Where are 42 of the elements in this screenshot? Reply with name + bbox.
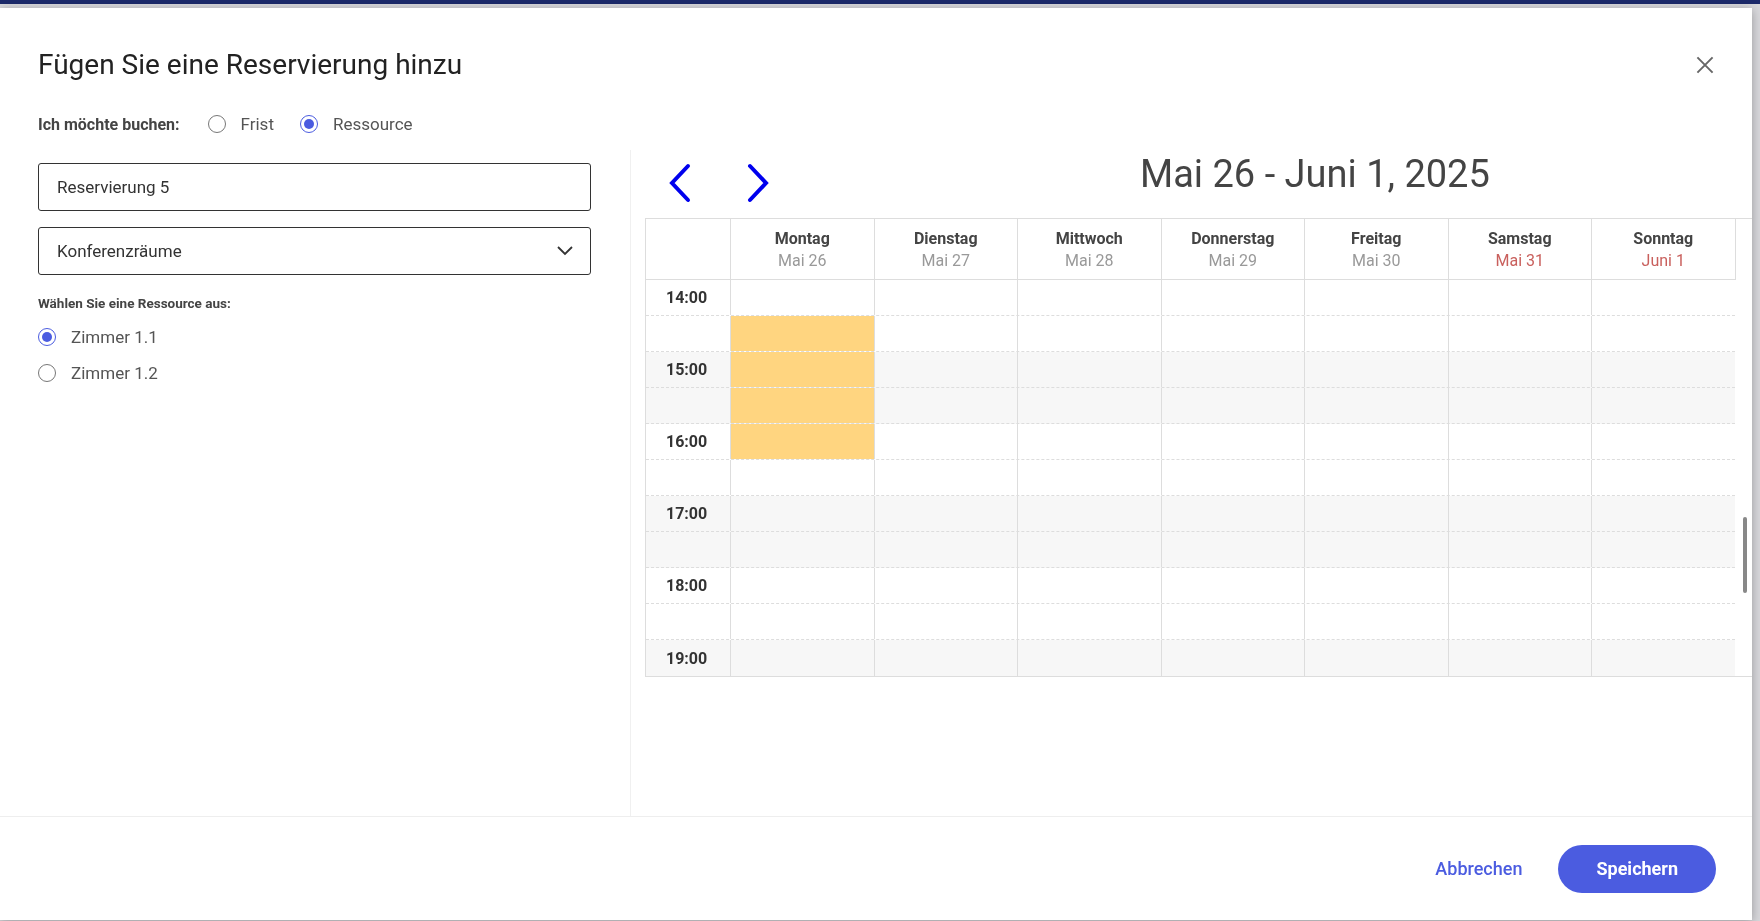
day-date: Mai 28 — [1065, 250, 1114, 270]
booking-type-label: Ich möchte buchen: — [38, 114, 180, 134]
booked-slot[interactable] — [730, 316, 874, 351]
day-date: Mai 30 — [1352, 250, 1401, 270]
booked-slot[interactable] — [730, 424, 874, 459]
booking-type-radio[interactable]: Frist — [207, 114, 274, 134]
day-name: Montag — [774, 228, 830, 248]
time-label: 16:00 — [666, 432, 708, 451]
resource-radio[interactable]: Zimmer 1.2 — [38, 363, 630, 383]
chevron-right-icon — [746, 163, 770, 203]
time-label: 17:00 — [666, 504, 708, 523]
save-button[interactable]: Speichern — [1558, 844, 1716, 893]
time-label: 18:00 — [666, 576, 708, 595]
category-select[interactable]: Konferenzräume — [38, 227, 591, 275]
time-label: 15:00 — [666, 360, 708, 379]
day-date: Mai 27 — [921, 250, 970, 270]
next-button[interactable] — [746, 163, 770, 203]
date-range-title: Mai 26 - Juni 1, 2025 — [1140, 152, 1490, 196]
day-date: Mai 31 — [1495, 250, 1544, 270]
day-name: Donnerstag — [1191, 228, 1275, 248]
day-date: Mai 26 — [778, 250, 827, 270]
previous-button[interactable] — [668, 163, 692, 203]
resource-radio[interactable]: Zimmer 1.1 — [38, 327, 630, 347]
day-name: Samstag — [1487, 228, 1552, 248]
cancel-button[interactable]: Abbrechen — [1423, 844, 1535, 893]
dialog-title: Fügen Sie eine Reservierung hinzu — [38, 48, 463, 81]
chevron-left-icon — [668, 163, 692, 203]
booked-slot[interactable] — [730, 352, 874, 387]
day-name: Freitag — [1351, 228, 1402, 248]
reservation-name-field[interactable]: Reservierung 5 — [38, 163, 591, 211]
booked-slot[interactable] — [730, 388, 874, 423]
day-date: Juni 1 — [1641, 250, 1685, 270]
resource-label: Wählen Sie eine Ressource aus: — [38, 295, 232, 311]
day-name: Mittwoch — [1055, 228, 1123, 248]
scrollbar-thumb[interactable] — [1742, 517, 1747, 593]
time-label: 14:00 — [666, 288, 708, 307]
booking-type-radio[interactable]: Ressource — [299, 114, 413, 134]
day-date: Mai 29 — [1208, 250, 1257, 270]
time-label: 19:00 — [666, 648, 708, 668]
day-name: Sonntag — [1633, 228, 1694, 248]
chevron-down-icon — [556, 246, 574, 256]
day-name: Dienstag — [913, 228, 978, 248]
